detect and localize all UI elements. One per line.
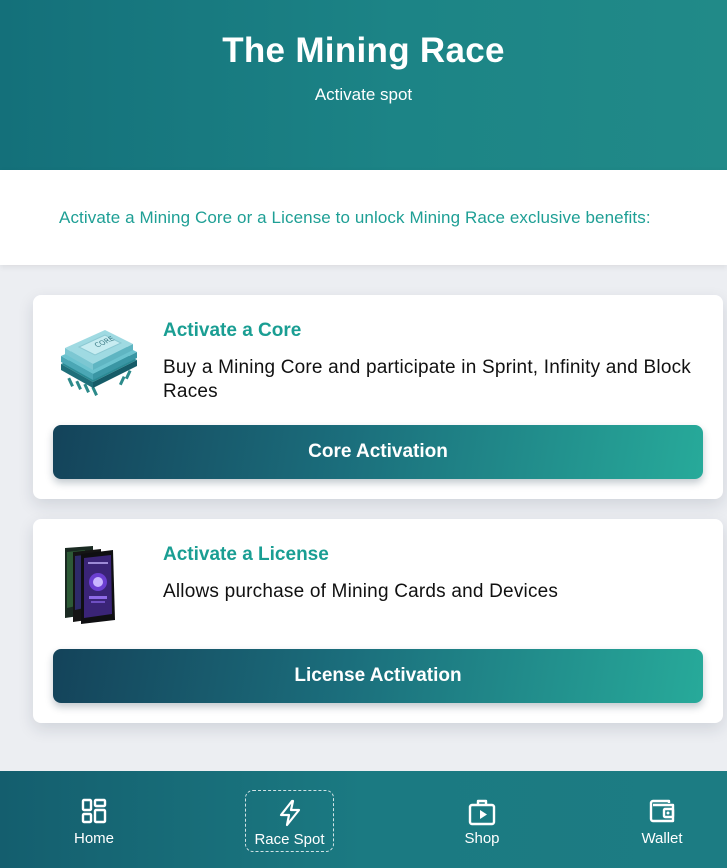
core-activation-button[interactable]: Core Activation [53,425,703,479]
license-card-description: Allows purchase of Mining Cards and Devi… [163,581,559,602]
nav-item-home-label: Home [73,830,114,847]
nav-item-race-spot[interactable]: Race Spot [245,790,334,852]
intro-banner: Activate a Mining Core or a License to u… [0,170,727,265]
bottom-navigation: Home Race Spot Shop Wallet [0,771,727,868]
core-card-title: Activate a Core [163,320,302,341]
nav-item-shop[interactable]: Shop [437,790,527,852]
core-card: CORE Activate a Core Buy a Mining Core a… [33,295,723,499]
page-subtitle: Activate spot [314,85,413,104]
license-cards-icon [55,544,141,624]
nav-item-home[interactable]: Home [44,790,144,852]
license-card: Activate a License Allows purchase of Mi… [33,519,723,723]
wallet-icon [649,799,675,823]
license-card-title: Activate a License [163,544,329,565]
page-title: The Mining Race [222,31,505,70]
nav-item-shop-label: Shop [464,830,500,847]
nav-item-race-spot-label: Race Spot [254,831,325,848]
intro-text: Activate a Mining Core or a License to u… [59,208,651,227]
dashboard-icon [81,798,107,824]
nav-item-wallet-label: Wallet [641,830,683,847]
license-activation-button[interactable]: License Activation [53,649,703,703]
nav-item-wallet[interactable]: Wallet [617,790,707,852]
page-header: The Mining Race Activate spot [0,0,727,170]
shop-bag-icon [468,799,496,826]
core-card-description: Buy a Mining Core and participate in Spr… [163,357,691,402]
lightning-icon [279,799,301,827]
mining-core-chip-icon: CORE [55,320,141,400]
